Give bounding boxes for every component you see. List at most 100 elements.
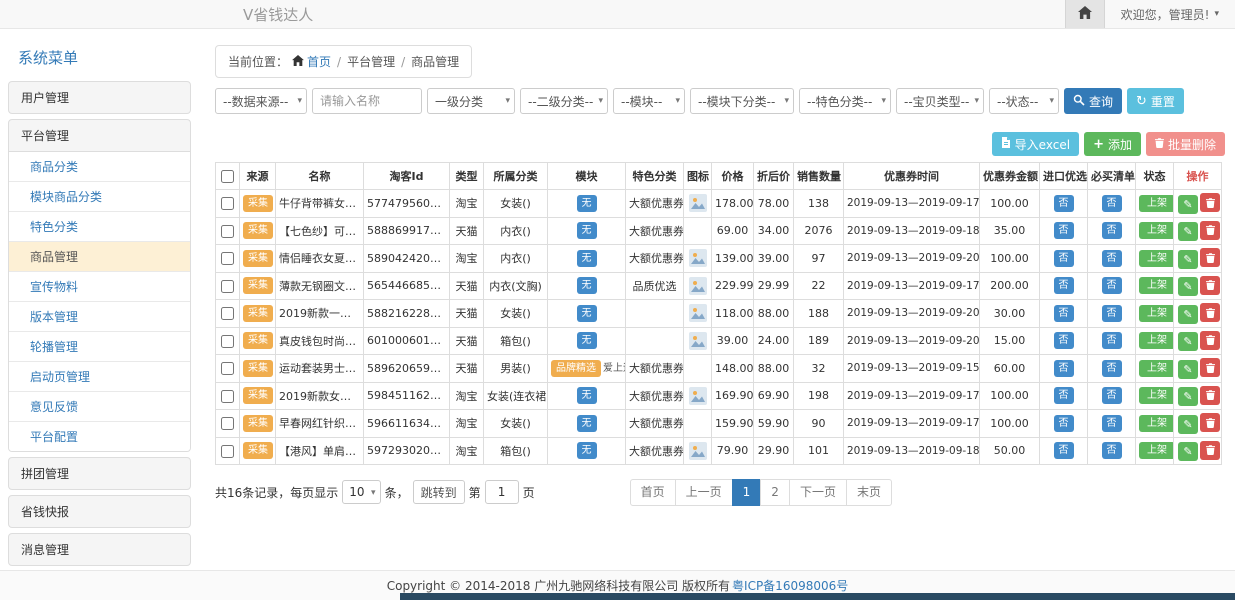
status-badge[interactable]: 上架 [1139, 387, 1174, 404]
home-button[interactable] [1065, 0, 1105, 28]
must-buy-badge[interactable]: 否 [1102, 250, 1122, 267]
row-checkbox[interactable] [221, 362, 234, 375]
import-select-badge[interactable]: 否 [1054, 250, 1074, 267]
must-buy-badge[interactable]: 否 [1102, 305, 1122, 322]
delete-button[interactable] [1200, 276, 1220, 295]
must-buy-badge[interactable]: 否 [1102, 442, 1122, 459]
status-badge[interactable]: 上架 [1139, 332, 1174, 349]
delete-button[interactable] [1200, 358, 1220, 377]
icp-link[interactable]: 粤ICP备16098006号 [732, 577, 848, 594]
delete-button[interactable] [1200, 248, 1220, 267]
row-checkbox[interactable] [221, 252, 234, 265]
pagination-prev[interactable]: 上一页 [675, 479, 733, 506]
sidebar-subitem[interactable]: 平台配置 [9, 422, 190, 451]
pagination-page-1[interactable]: 1 [732, 479, 762, 506]
sidebar-subitem[interactable]: 版本管理 [9, 302, 190, 332]
import-excel-button[interactable]: 导入excel [992, 132, 1079, 156]
sidebar-subitem[interactable]: 宣传物料 [9, 272, 190, 302]
jump-button[interactable]: 跳转到 [413, 480, 465, 504]
jump-page-input[interactable] [485, 480, 519, 504]
delete-button[interactable] [1200, 303, 1220, 322]
user-menu[interactable]: 欢迎您，管理员! ▾ [1105, 0, 1235, 28]
edit-button[interactable]: ✎ [1178, 360, 1198, 379]
filter-select-level2-category[interactable]: --二级分类--▾ [520, 88, 608, 114]
sidebar-subitem[interactable]: 商品分类 [9, 152, 190, 182]
edit-button[interactable]: ✎ [1178, 387, 1198, 406]
must-buy-badge[interactable]: 否 [1102, 332, 1122, 349]
must-buy-badge[interactable]: 否 [1102, 415, 1122, 432]
status-badge[interactable]: 上架 [1139, 360, 1174, 377]
status-badge[interactable]: 上架 [1139, 442, 1174, 459]
row-checkbox[interactable] [221, 307, 234, 320]
edit-button[interactable]: ✎ [1178, 222, 1198, 241]
edit-button[interactable]: ✎ [1178, 305, 1198, 324]
search-button[interactable]: 查询 [1064, 88, 1122, 114]
filter-select-data-source[interactable]: --数据来源--▾ [215, 88, 307, 114]
name-search-input[interactable] [312, 88, 422, 114]
status-badge[interactable]: 上架 [1139, 277, 1174, 294]
import-select-badge[interactable]: 否 [1054, 305, 1074, 322]
import-select-badge[interactable]: 否 [1054, 195, 1074, 212]
sidebar-subitem[interactable]: 模块商品分类 [9, 182, 190, 212]
status-badge[interactable]: 上架 [1139, 305, 1174, 322]
delete-button[interactable] [1200, 386, 1220, 405]
import-select-badge[interactable]: 否 [1054, 387, 1074, 404]
status-badge[interactable]: 上架 [1139, 415, 1174, 432]
sidebar-item-4[interactable]: 消息管理 [9, 534, 190, 565]
status-badge[interactable]: 上架 [1139, 222, 1174, 239]
filter-select-status[interactable]: --状态--▾ [989, 88, 1059, 114]
sidebar-item-3[interactable]: 省钱快报 [9, 496, 190, 527]
edit-button[interactable]: ✎ [1178, 442, 1198, 461]
must-buy-badge[interactable]: 否 [1102, 360, 1122, 377]
filter-select-feature-category[interactable]: --特色分类--▾ [799, 88, 891, 114]
import-select-badge[interactable]: 否 [1054, 222, 1074, 239]
filter-select-level1-category[interactable]: 一级分类▾ [427, 88, 515, 114]
must-buy-badge[interactable]: 否 [1102, 222, 1122, 239]
edit-button[interactable]: ✎ [1178, 332, 1198, 351]
sidebar-item-1[interactable]: 平台管理 [9, 120, 190, 151]
delete-button[interactable] [1200, 441, 1220, 460]
row-checkbox[interactable] [221, 445, 234, 458]
sidebar-subitem[interactable]: 启动页管理 [9, 362, 190, 392]
row-checkbox[interactable] [221, 280, 234, 293]
sidebar-subitem[interactable]: 商品管理 [9, 242, 190, 272]
status-badge[interactable]: 上架 [1139, 195, 1174, 212]
delete-button[interactable] [1200, 221, 1220, 240]
add-button[interactable]: + 添加 [1084, 132, 1141, 156]
delete-button[interactable] [1200, 413, 1220, 432]
pagination-last[interactable]: 末页 [846, 479, 892, 506]
row-checkbox[interactable] [221, 225, 234, 238]
breadcrumb-home-link[interactable]: 首页 [292, 53, 331, 70]
import-select-badge[interactable]: 否 [1054, 277, 1074, 294]
row-checkbox[interactable] [221, 335, 234, 348]
sidebar-subitem[interactable]: 意见反馈 [9, 392, 190, 422]
must-buy-badge[interactable]: 否 [1102, 277, 1122, 294]
sidebar-item-0[interactable]: 用户管理 [9, 82, 190, 113]
pagination-first[interactable]: 首页 [630, 479, 676, 506]
edit-button[interactable]: ✎ [1178, 277, 1198, 296]
import-select-badge[interactable]: 否 [1054, 415, 1074, 432]
sidebar-item-2[interactable]: 拼团管理 [9, 458, 190, 489]
sidebar-subitem[interactable]: 特色分类 [9, 212, 190, 242]
must-buy-badge[interactable]: 否 [1102, 195, 1122, 212]
edit-button[interactable]: ✎ [1178, 195, 1198, 214]
filter-select-module[interactable]: --模块--▾ [613, 88, 685, 114]
pagination-page-2[interactable]: 2 [760, 479, 790, 506]
delete-button[interactable] [1200, 331, 1220, 350]
row-checkbox[interactable] [221, 417, 234, 430]
sidebar-subitem[interactable]: 轮播管理 [9, 332, 190, 362]
select-all-checkbox[interactable] [221, 170, 234, 183]
pagination-next[interactable]: 下一页 [789, 479, 847, 506]
edit-button[interactable]: ✎ [1178, 250, 1198, 269]
filter-select-item-type[interactable]: --宝贝类型--▾ [896, 88, 984, 114]
import-select-badge[interactable]: 否 [1054, 442, 1074, 459]
page-size-select[interactable]: 10▾ [342, 480, 380, 504]
batch-delete-button[interactable]: 批量删除 [1146, 132, 1225, 156]
reset-button[interactable]: ↻ 重置 [1127, 88, 1184, 114]
delete-button[interactable] [1200, 193, 1220, 212]
row-checkbox[interactable] [221, 390, 234, 403]
must-buy-badge[interactable]: 否 [1102, 387, 1122, 404]
edit-button[interactable]: ✎ [1178, 415, 1198, 434]
status-badge[interactable]: 上架 [1139, 250, 1174, 267]
import-select-badge[interactable]: 否 [1054, 360, 1074, 377]
